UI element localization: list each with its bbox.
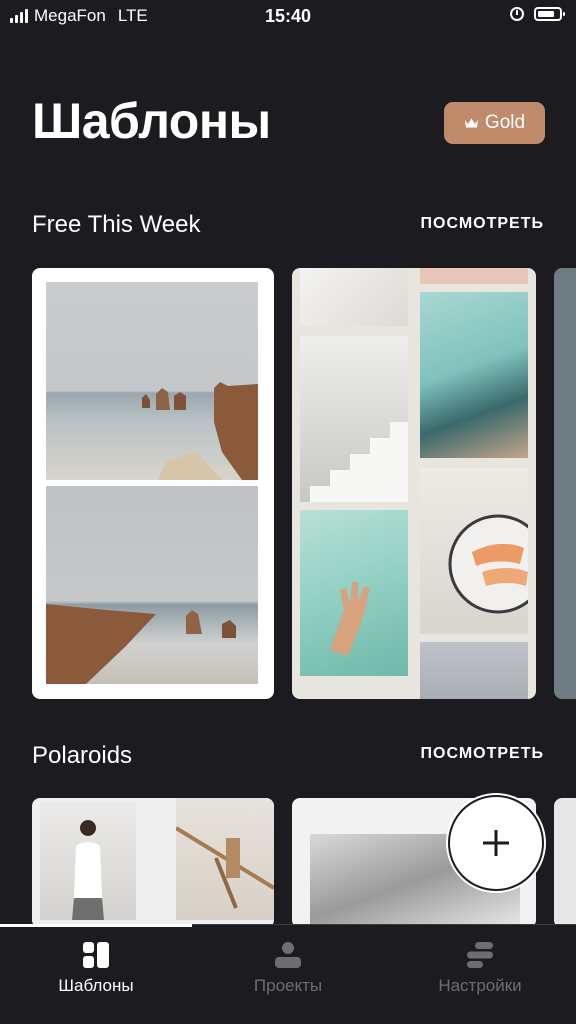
template-card[interactable] xyxy=(32,268,274,699)
pillow-photo xyxy=(300,268,408,326)
sky-photo xyxy=(420,642,528,699)
template-card[interactable] xyxy=(292,268,536,699)
section-title-polaroids: Polaroids xyxy=(32,742,133,769)
tab-projects[interactable]: Проекты xyxy=(192,924,384,1024)
template-card[interactable] xyxy=(554,798,576,928)
tab-label-projects: Проекты xyxy=(253,976,323,995)
status-time: 15:40 xyxy=(264,6,312,26)
template-card[interactable] xyxy=(554,268,576,699)
see-all-free-this-week[interactable]: ПОСМОТРЕТЬ xyxy=(421,215,544,233)
page-title: Шаблоны xyxy=(32,93,271,149)
stairs-photo xyxy=(300,336,408,502)
tab-label-settings: Настройки xyxy=(438,976,522,995)
section-title-free-this-week: Free This Week xyxy=(32,211,201,238)
gold-label: Gold xyxy=(484,112,526,133)
pool-hand-photo xyxy=(300,510,408,676)
still-life-photo xyxy=(176,798,274,920)
templates-icon xyxy=(83,942,109,968)
settings-icon xyxy=(467,942,493,968)
add-button[interactable] xyxy=(448,795,544,891)
alarm-icon xyxy=(510,7,524,21)
tab-settings[interactable]: Настройки xyxy=(384,924,576,1024)
cliff-photo xyxy=(46,486,258,684)
status-right xyxy=(510,7,565,21)
melon-plate-photo xyxy=(420,468,528,634)
tab-templates[interactable]: Шаблоны xyxy=(0,924,192,1024)
woman-photo xyxy=(40,802,136,920)
crown-icon xyxy=(464,118,478,128)
battery-icon xyxy=(534,7,565,21)
plus-icon xyxy=(483,830,509,856)
status-bar: MegaFon LTE 15:40 xyxy=(0,0,576,34)
template-card[interactable] xyxy=(32,798,274,928)
see-all-polaroids[interactable]: ПОСМОТРЕТЬ xyxy=(421,745,544,763)
tab-bar: Шаблоны Проекты Настройки xyxy=(0,924,576,1024)
pink-photo xyxy=(420,268,528,284)
pool-swimmer-photo xyxy=(420,292,528,458)
tab-label-templates: Шаблоны xyxy=(58,976,134,995)
gold-button[interactable]: Gold xyxy=(444,102,545,144)
coast-photo xyxy=(46,282,258,480)
projects-icon xyxy=(275,942,301,968)
